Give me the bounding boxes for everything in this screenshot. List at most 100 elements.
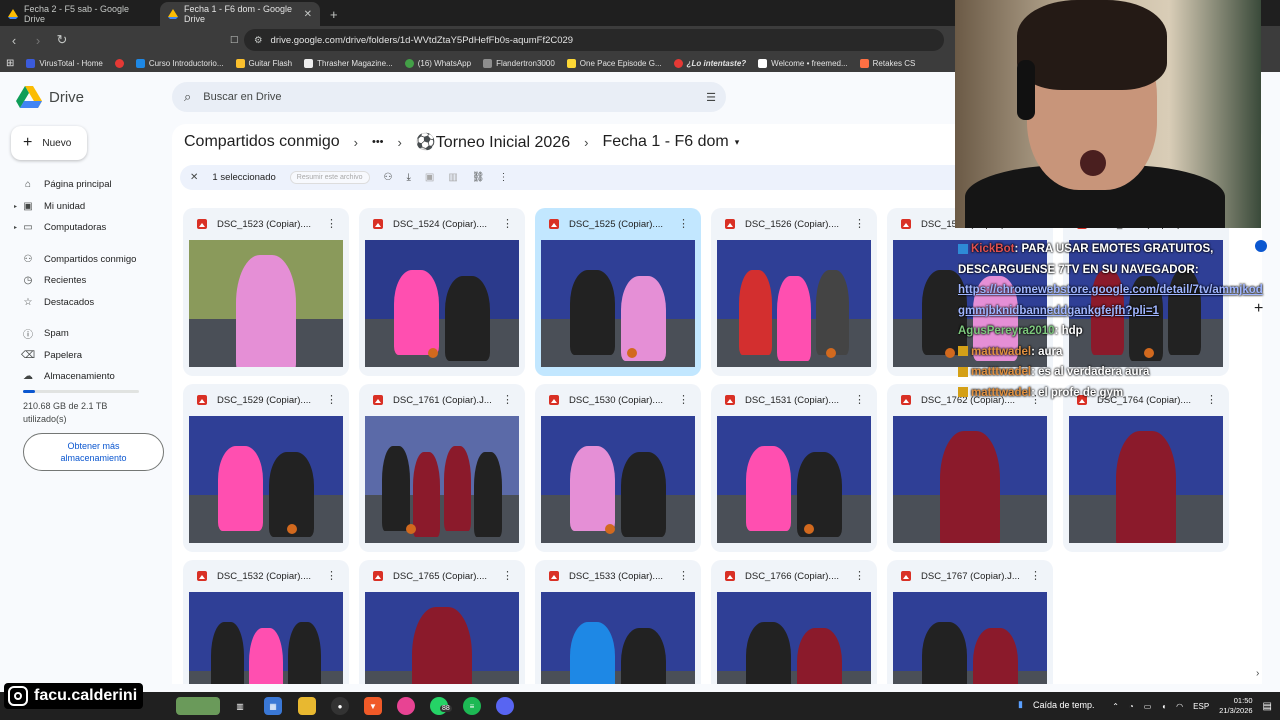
file-thumbnail[interactable] (717, 592, 871, 684)
file-thumbnail[interactable] (365, 592, 519, 684)
file-thumbnail[interactable] (365, 416, 519, 543)
bookmark-item[interactable]: Retakes CS (859, 58, 915, 68)
app-icon[interactable] (397, 697, 415, 715)
more-options-icon[interactable]: ⋮ (854, 569, 865, 582)
share-icon[interactable]: ⚇ (384, 172, 393, 183)
landscape-widget-icon[interactable] (176, 697, 220, 715)
tray-chevron-icon[interactable]: ⌃ (1112, 702, 1119, 711)
close-tab-icon[interactable]: ✕ (304, 9, 312, 20)
sidebar-item-spam[interactable]: ⓘ Spam (14, 323, 164, 345)
file-card[interactable]: DSC_1762 (Copiar).... ⋮ (887, 384, 1053, 552)
sidebar-item-home[interactable]: ⌂ Página principal (14, 174, 164, 196)
brave-icon[interactable]: ▼ (364, 697, 382, 715)
weather-widget[interactable]: ▮ Caída de temp. (1018, 699, 1095, 710)
more-options-icon[interactable]: ⋮ (854, 217, 865, 230)
search-bar[interactable]: ⌕ Buscar en Drive ☰ (172, 82, 726, 112)
task-view-icon[interactable]: ▥ (231, 697, 249, 715)
file-card[interactable]: DSC_1529 (Copiar).... ⋮ (183, 384, 349, 552)
more-options-icon[interactable]: ⋮ (326, 569, 337, 582)
bookmark-item[interactable] (114, 58, 124, 68)
more-options-icon[interactable]: ⋮ (326, 217, 337, 230)
more-options-icon[interactable]: ⋮ (854, 393, 865, 406)
file-thumbnail[interactable] (893, 416, 1047, 543)
link-icon[interactable]: ⛓ (472, 172, 485, 183)
sidebar-item-trash[interactable]: ⌫ Papelera (14, 345, 164, 367)
bookmark-item[interactable]: Welcome • freemed... (758, 58, 848, 68)
file-card[interactable]: DSC_1526 (Copiar).... ⋮ (711, 208, 877, 376)
sidebar-item-storage[interactable]: ☁ Almacenamiento (14, 366, 164, 388)
more-options-icon[interactable]: ⋮ (678, 217, 689, 230)
expand-caret-icon[interactable]: ▸ (14, 224, 17, 231)
file-thumbnail[interactable] (893, 592, 1047, 684)
file-card[interactable]: DSC_1533 (Copiar).... ⋮ (535, 560, 701, 684)
sidebar-item-starred[interactable]: ☆ Destacados (14, 292, 164, 314)
obs-icon[interactable]: ● (331, 697, 349, 715)
back-icon[interactable]: ‹ (4, 30, 24, 50)
breadcrumb-more[interactable]: ••• (372, 136, 384, 148)
bookmark-item[interactable]: VirusTotal - Home (26, 58, 103, 68)
new-button[interactable]: + Nuevo (11, 126, 87, 160)
battery-icon[interactable]: ▭ (1144, 702, 1152, 711)
discord-icon[interactable] (496, 697, 514, 715)
sidebar-item-computers[interactable]: ▸ ▭ Computadoras (14, 217, 164, 239)
file-thumbnail[interactable] (541, 240, 695, 367)
download-icon[interactable]: ⤓ (407, 172, 411, 183)
file-card[interactable]: DSC_1525 (Copiar).... ⋮ (535, 208, 701, 376)
scroll-right-icon[interactable]: › (1256, 668, 1259, 679)
file-thumbnail[interactable] (189, 592, 343, 684)
bookmark-item[interactable]: (16) WhatsApp (404, 58, 471, 68)
more-options-icon[interactable]: ⋮ (1030, 569, 1041, 582)
explorer-icon[interactable] (298, 697, 316, 715)
reload-icon[interactable]: ↻ (52, 30, 72, 50)
get-more-storage-button[interactable]: Obtener más almacenamiento (23, 433, 164, 471)
more-options-icon[interactable]: ⋮ (678, 569, 689, 582)
whatsapp-icon[interactable]: 88 (430, 697, 452, 715)
move-icon[interactable]: ▣ (425, 172, 434, 183)
file-thumbnail[interactable] (541, 592, 695, 684)
more-options-icon[interactable]: ⋮ (326, 393, 337, 406)
file-card[interactable]: DSC_1523 (Copiar).... ⋮ (183, 208, 349, 376)
file-thumbnail[interactable] (189, 240, 343, 367)
spotify-icon[interactable]: ≡ (463, 697, 481, 715)
clear-selection-icon[interactable]: ✕ (190, 172, 198, 183)
file-card[interactable]: DSC_1532 (Copiar).... ⋮ (183, 560, 349, 684)
search-icon[interactable]: ⌕ (184, 89, 191, 105)
file-card[interactable]: DSC_1761 (Copiar).J... ⋮ (359, 384, 525, 552)
file-card[interactable]: DSC_1524 (Copiar).... ⋮ (359, 208, 525, 376)
breadcrumb-folder[interactable]: ⚽Torneo Inicial 2026 (416, 132, 570, 152)
browser-tab-active[interactable]: Fecha 1 - F6 dom - Google Drive ✕ (160, 2, 320, 26)
file-thumbnail[interactable] (189, 416, 343, 543)
address-bar[interactable]: ☐ ⚙ drive.google.com/drive/folders/1d-WV… (230, 29, 944, 51)
more-options-icon[interactable]: ⋮ (502, 393, 513, 406)
bookmark-item[interactable]: Curso Introductorio... (135, 58, 224, 68)
more-options-icon[interactable]: ⋮ (502, 569, 513, 582)
file-card[interactable]: DSC_1531 (Copiar).... ⋮ (711, 384, 877, 552)
breadcrumb-root[interactable]: Compartidos conmigo (184, 133, 340, 151)
more-actions-icon[interactable]: ⋮ (499, 172, 509, 183)
sidebar-item-my-drive[interactable]: ▸ ▣ Mi unidad (14, 196, 164, 218)
expand-caret-icon[interactable]: ▸ (14, 203, 17, 210)
bookmark-item[interactable]: ¿Lo intentaste? (673, 58, 746, 68)
sidebar-item-recent[interactable]: ◷ Recientes (14, 270, 164, 292)
store-icon[interactable]: ▦ (264, 697, 282, 715)
more-options-icon[interactable]: ⋮ (502, 217, 513, 230)
browser-tab[interactable]: Fecha 2 - F5 sab - Google Drive (0, 2, 160, 26)
sidebar-item-shared[interactable]: ⚇ Compartidos conmigo (14, 249, 164, 271)
file-card[interactable]: DSC_1764 (Copiar).... ⋮ (1063, 384, 1229, 552)
bookmark-item[interactable]: One Pace Episode G... (566, 58, 662, 68)
site-info-icon[interactable]: ⚙ (254, 35, 263, 46)
wifi-icon[interactable]: ◠ (1176, 702, 1183, 711)
file-thumbnail[interactable] (1069, 416, 1223, 543)
more-options-icon[interactable]: ⋮ (678, 393, 689, 406)
network-icon[interactable]: ◔ (1129, 702, 1134, 711)
summarize-button[interactable]: Resumir este archivo (289, 171, 370, 184)
file-thumbnail[interactable] (365, 240, 519, 367)
file-thumbnail[interactable] (541, 416, 695, 543)
delete-icon[interactable]: ▥ (448, 172, 457, 183)
notifications-icon[interactable]: ▤ (1263, 701, 1272, 712)
drive-logo-icon[interactable] (16, 86, 42, 108)
new-tab-button[interactable]: + (320, 2, 348, 26)
bookmark-item[interactable]: Guitar Flash (235, 58, 292, 68)
apps-grid-icon[interactable]: ⊞ (6, 58, 14, 69)
search-input[interactable]: Buscar en Drive (203, 91, 281, 103)
